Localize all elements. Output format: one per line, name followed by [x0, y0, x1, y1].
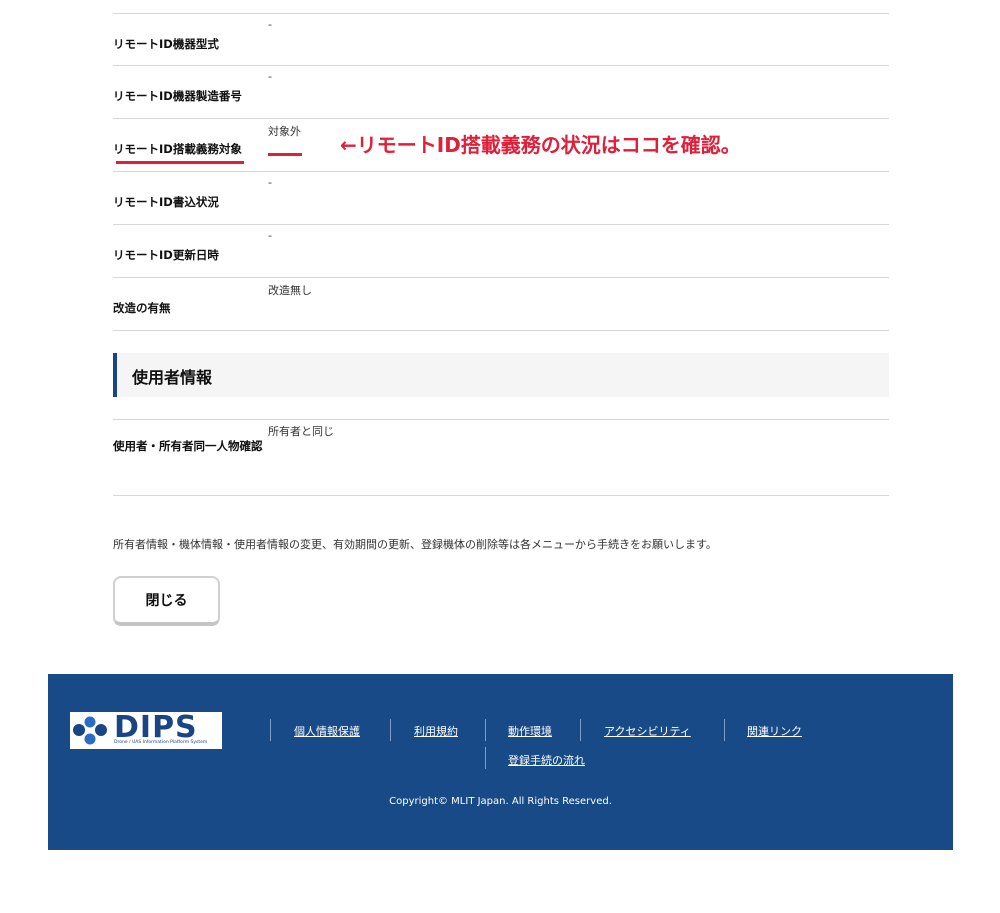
- row-label: リモートID機器製造番号: [113, 89, 242, 103]
- annotation-text: ←リモートID搭載義務の状況はココを確認。: [340, 133, 741, 157]
- section-title: 使用者情報: [132, 368, 213, 387]
- row-label: リモートID更新日時: [113, 248, 219, 262]
- link-separator: [270, 719, 271, 741]
- row-value: -: [268, 229, 272, 242]
- value-highlight-underline: [268, 153, 302, 156]
- detail-row-same-person: 使用者・所有者同一人物確認 所有者と同じ: [113, 420, 889, 496]
- row-value: 対象外: [268, 125, 301, 138]
- close-button[interactable]: 閉じる: [113, 576, 220, 626]
- label-highlight-underline: [116, 161, 244, 164]
- logo-dots-icon: [73, 716, 107, 745]
- footer: DIPS Drone / UAS Information Platform Sy…: [48, 674, 953, 850]
- footer-link-privacy[interactable]: 個人情報保護: [294, 723, 360, 739]
- user-info-block: 使用者・所有者同一人物確認 所有者と同じ: [113, 419, 889, 496]
- row-label: リモートID書込状況: [113, 195, 219, 209]
- main-content: リモートID機器型式 - リモートID機器製造番号 - リモートID搭載義務対象…: [113, 0, 889, 626]
- dips-logo[interactable]: DIPS Drone / UAS Information Platform Sy…: [70, 710, 222, 749]
- link-separator: [580, 719, 581, 741]
- row-label: 使用者・所有者同一人物確認: [113, 439, 263, 453]
- row-value: -: [268, 18, 272, 31]
- row-label: リモートID搭載義務対象: [113, 142, 242, 156]
- detail-row-modification: 改造の有無 改造無し: [113, 278, 889, 331]
- link-separator: [485, 719, 486, 741]
- link-separator: [724, 719, 725, 741]
- row-value: -: [268, 70, 272, 83]
- detail-row-obligation: リモートID搭載義務対象 対象外 ←リモートID搭載義務の状況はココを確認。: [113, 119, 889, 172]
- section-heading-user: 使用者情報: [113, 353, 889, 397]
- link-separator: [390, 719, 391, 741]
- footer-link-terms[interactable]: 利用規約: [414, 723, 458, 739]
- row-label: 改造の有無: [113, 301, 171, 315]
- row-label: リモートID機器型式: [113, 37, 219, 51]
- detail-row-model: リモートID機器型式 -: [113, 13, 889, 66]
- detail-row-write-status: リモートID書込状況 -: [113, 172, 889, 225]
- procedure-note: 所有者情報・機体情報・使用者情報の変更、有効期間の更新、登録機体の削除等は各メニ…: [113, 538, 717, 551]
- footer-link-registration-flow[interactable]: 登録手続の流れ: [508, 752, 585, 768]
- detail-row-serial: リモートID機器製造番号 -: [113, 66, 889, 119]
- footer-link-environment[interactable]: 動作環境: [508, 723, 552, 739]
- row-value: 改造無し: [268, 284, 312, 297]
- row-value: 所有者と同じ: [268, 425, 334, 438]
- link-separator: [485, 747, 486, 769]
- footer-link-related[interactable]: 関連リンク: [747, 723, 802, 739]
- row-value: -: [268, 176, 272, 189]
- footer-link-accessibility[interactable]: アクセシビリティ: [604, 723, 691, 739]
- detail-row-updated: リモートID更新日時 -: [113, 225, 889, 278]
- copyright: Copyright© MLIT Japan. All Rights Reserv…: [389, 796, 612, 807]
- logo-subtitle: Drone / UAS Information Platform System: [114, 740, 208, 745]
